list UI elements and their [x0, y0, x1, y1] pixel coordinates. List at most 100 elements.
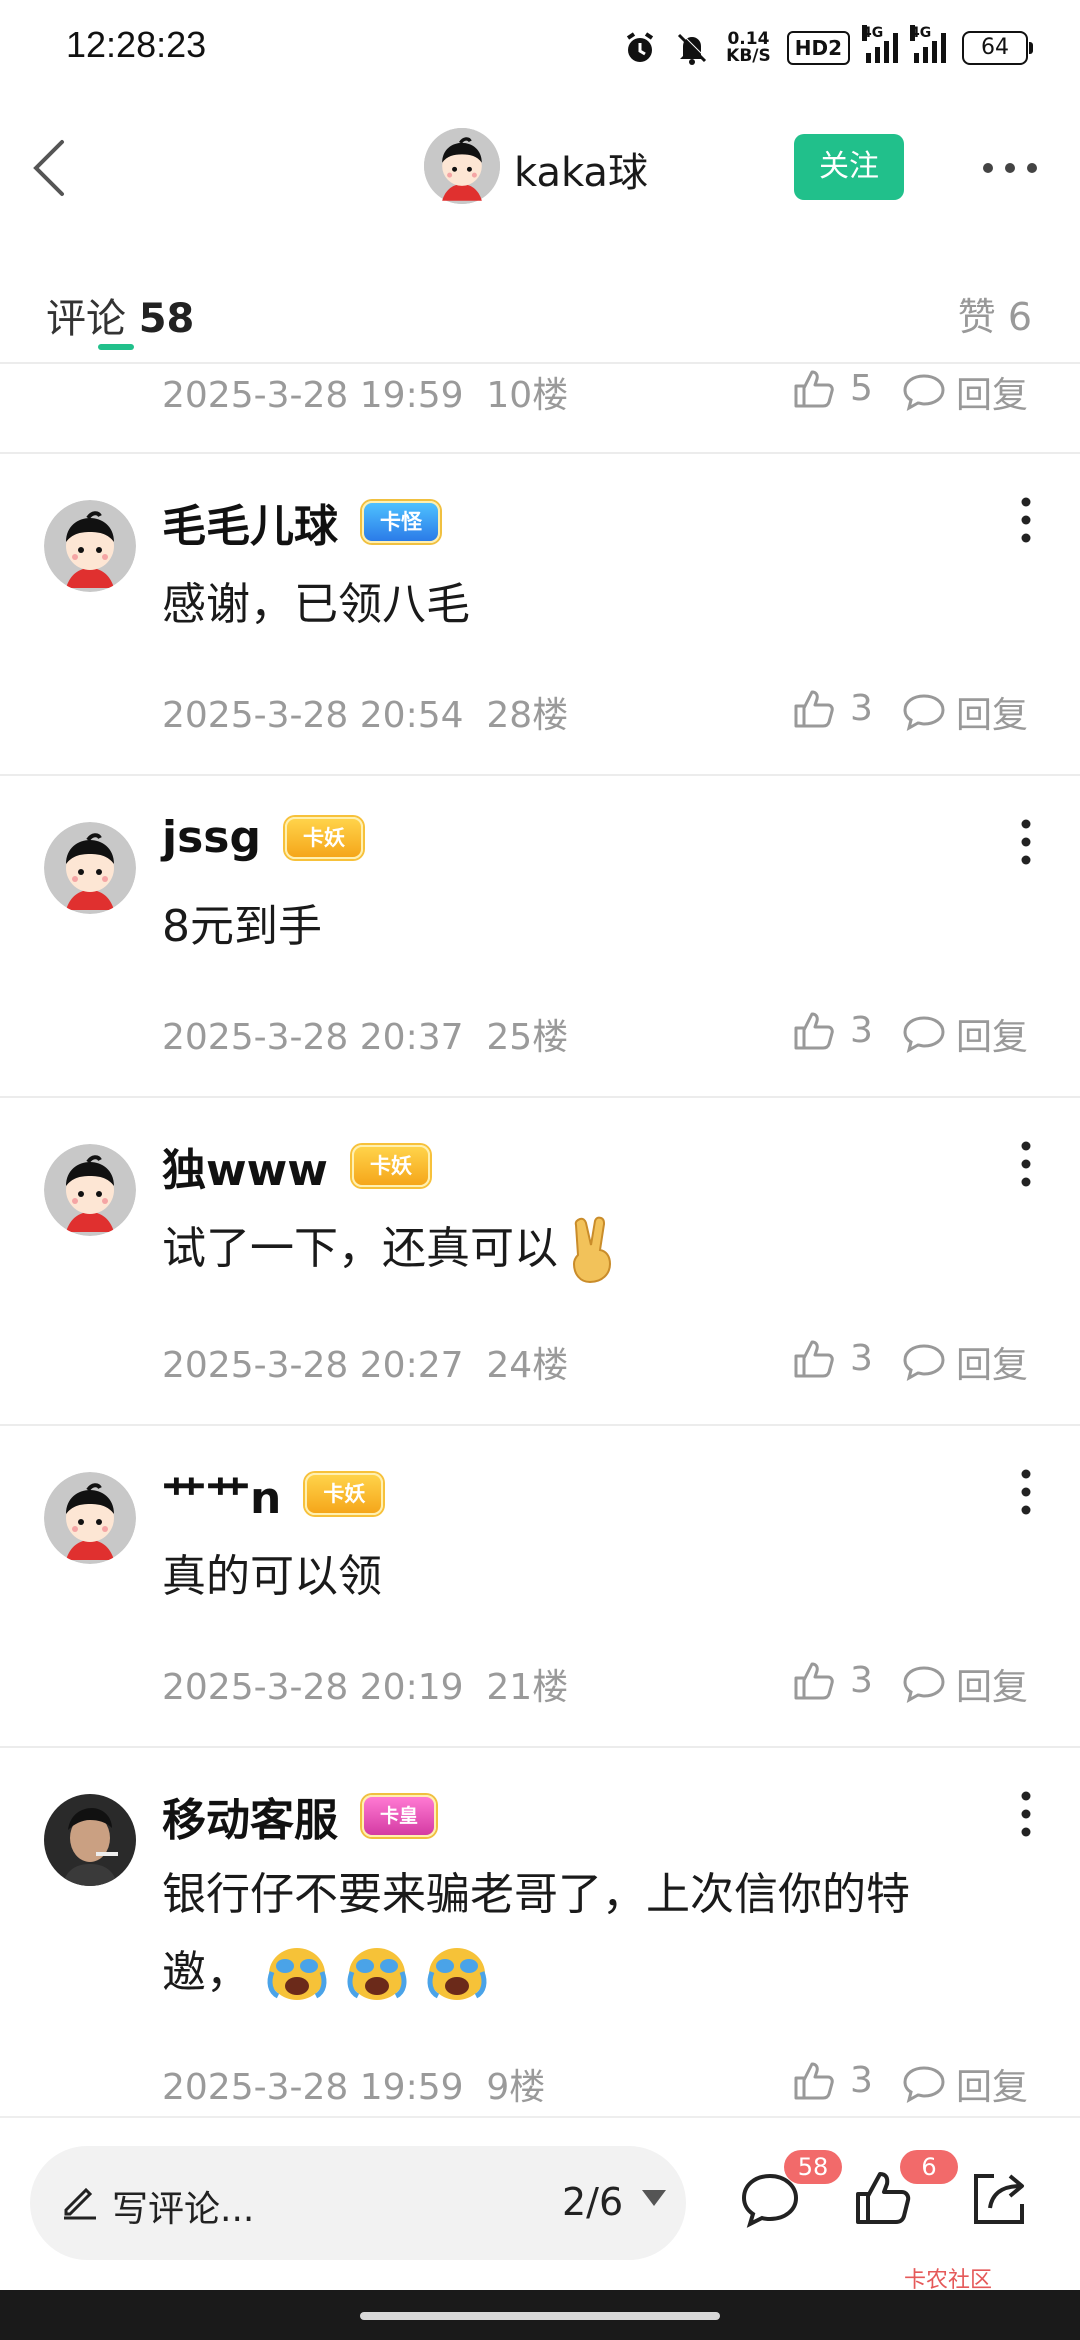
comment-meta: 2025-3-28 19:59 9楼 [162, 2058, 545, 2110]
back-icon[interactable] [28, 136, 78, 200]
comment-icon [903, 374, 945, 411]
crying-emoji [427, 1948, 487, 2000]
comment-text: 8元到手 [162, 901, 322, 952]
comment-floor: 10楼 [486, 375, 569, 416]
comment-item: 艹艹n 卡妖 真的可以领 2025-3-28 20:19 21楼 3 回复 [0, 1426, 1080, 1746]
comment-item: 毛毛儿球 卡怪 感谢，已领八毛 2025-3-28 20:54 28楼 3 回复 [0, 454, 1080, 774]
reply-label: 回复 [956, 2067, 1029, 2108]
more-vertical-icon[interactable] [1016, 1790, 1036, 1838]
home-gesture-handle[interactable] [360, 2312, 720, 2320]
page-indicator[interactable]: 2/6 [562, 2180, 623, 2224]
like-button[interactable]: 3 [792, 1658, 873, 1702]
reply-button[interactable]: 回复 [902, 1008, 1028, 1060]
reply-label: 回复 [956, 1345, 1029, 1386]
cartoon-avatar-icon [44, 1144, 136, 1236]
comment-text: 感谢，已领八毛 [162, 579, 470, 630]
signal-1-label: 4G [862, 25, 884, 41]
reply-label: 回复 [956, 695, 1029, 736]
status-icons: 0.14 KB/S HD2 4G 4G 64 [622, 25, 1033, 70]
victory-hand-emoji [572, 1216, 612, 1284]
tab-comments[interactable]: 评论 58 [46, 286, 194, 344]
thumbs-up-icon [794, 1012, 834, 1050]
like-button[interactable]: 5 [792, 366, 873, 410]
share-icon[interactable] [966, 2166, 1030, 2230]
more-vertical-icon[interactable] [1016, 496, 1036, 544]
caret-down-icon[interactable] [640, 2188, 668, 2208]
cartoon-avatar-icon [44, 822, 136, 914]
comment-text: 真的可以领 [162, 1551, 382, 1602]
write-comment-placeholder[interactable]: 写评论... [112, 2180, 254, 2232]
thumbs-up-icon [794, 690, 834, 728]
more-vertical-icon[interactable] [1016, 1468, 1036, 1516]
level-badge: 卡怪 [362, 501, 440, 543]
comment-meta: 2025-3-28 20:37 25楼 [162, 1008, 568, 1060]
status-time: 12:28:23 [66, 24, 207, 65]
like-count: 3 [850, 1337, 873, 1379]
more-horizontal-icon[interactable] [980, 150, 1040, 186]
user-name[interactable]: 毛毛儿球 [162, 490, 338, 554]
comment-header: 艹艹n 卡妖 [162, 1462, 384, 1526]
cartoon-avatar-icon [44, 1472, 136, 1564]
reply-label: 回复 [956, 1017, 1029, 1058]
like-button[interactable]: 3 [792, 1336, 873, 1380]
signal-2-label: 4G [910, 25, 932, 41]
alarm-icon [627, 32, 654, 62]
user-name[interactable]: 移动客服 [162, 1784, 338, 1848]
follow-button[interactable]: 关注 [794, 134, 904, 200]
tab-comments-count: 58 [138, 296, 195, 342]
comment-body: 银行仔不要来骗老哥了，上次信你的特 邀， [162, 1856, 1002, 2012]
reply-button[interactable]: 回复 [902, 2058, 1028, 2110]
more-vertical-icon[interactable] [1016, 818, 1036, 866]
comment-meta: 2025-3-28 20:19 21楼 [162, 1658, 568, 1710]
user-name[interactable]: 艹艹n [162, 1462, 281, 1526]
photo-avatar-icon [44, 1794, 136, 1886]
comment-icon [903, 694, 945, 731]
avatar[interactable] [44, 1144, 136, 1236]
comment-text: 试了一下，还真可以 [162, 1223, 558, 1274]
tab-likes[interactable]: 赞 6 [958, 286, 1032, 341]
comment-floor: 24楼 [486, 1345, 569, 1386]
comment-floor: 28楼 [486, 695, 569, 736]
header-avatar[interactable] [424, 128, 500, 204]
comment-text-line: 邀， [162, 1947, 250, 1998]
avatar[interactable] [44, 1472, 136, 1564]
comment-item: 独www 卡妖 试了一下，还真可以 2025-3-28 20:27 24楼 3 … [0, 1098, 1080, 1424]
like-button[interactable]: 3 [792, 686, 873, 730]
comment-text-line-2: 邀， [162, 1934, 1002, 2012]
like-count: 3 [850, 687, 873, 729]
thumbs-up-icon [794, 1662, 834, 1700]
comment-time: 2025-3-28 19:59 [162, 375, 464, 416]
level-badge: 卡皇 [362, 1795, 437, 1837]
like-button[interactable]: 3 [792, 2058, 873, 2102]
like-count-badge: 6 [900, 2150, 958, 2184]
avatar[interactable] [44, 500, 136, 592]
avatar[interactable] [44, 822, 136, 914]
comment-time: 2025-3-28 20:27 [162, 1345, 464, 1386]
comment-time: 2025-3-28 20:54 [162, 695, 464, 736]
battery-indicator: 64 [962, 31, 1033, 65]
reply-button[interactable]: 回复 [902, 686, 1028, 738]
comment-header: 毛毛儿球 卡怪 [162, 490, 440, 554]
level-badge: 卡妖 [351, 1145, 430, 1187]
reply-button[interactable]: 回复 [902, 366, 1028, 418]
more-vertical-icon[interactable] [1016, 1140, 1036, 1188]
comment-icon [903, 1016, 945, 1053]
signal-1: 4G [862, 25, 898, 63]
user-name[interactable]: jssg [162, 812, 261, 863]
avatar[interactable] [44, 1794, 136, 1886]
net-speed-unit: KB/S [726, 46, 771, 66]
crying-emoji [267, 1948, 327, 2000]
header-user-name[interactable]: kaka球 [514, 140, 648, 198]
reply-button[interactable]: 回复 [902, 1658, 1028, 1710]
active-tab-indicator [98, 344, 134, 350]
partial-comment-meta: 2025-3-28 19:59 10楼 [162, 366, 568, 418]
comment-icon [903, 2066, 945, 2103]
reply-label: 回复 [956, 375, 1029, 416]
comment-floor: 21楼 [486, 1667, 569, 1708]
comment-meta: 2025-3-28 20:27 24楼 [162, 1336, 568, 1388]
reply-button[interactable]: 回复 [902, 1336, 1028, 1388]
like-count: 5 [850, 367, 873, 409]
like-button[interactable]: 3 [792, 1008, 873, 1052]
user-name[interactable]: 独www [162, 1134, 328, 1198]
comment-header: 独www 卡妖 [162, 1134, 430, 1198]
